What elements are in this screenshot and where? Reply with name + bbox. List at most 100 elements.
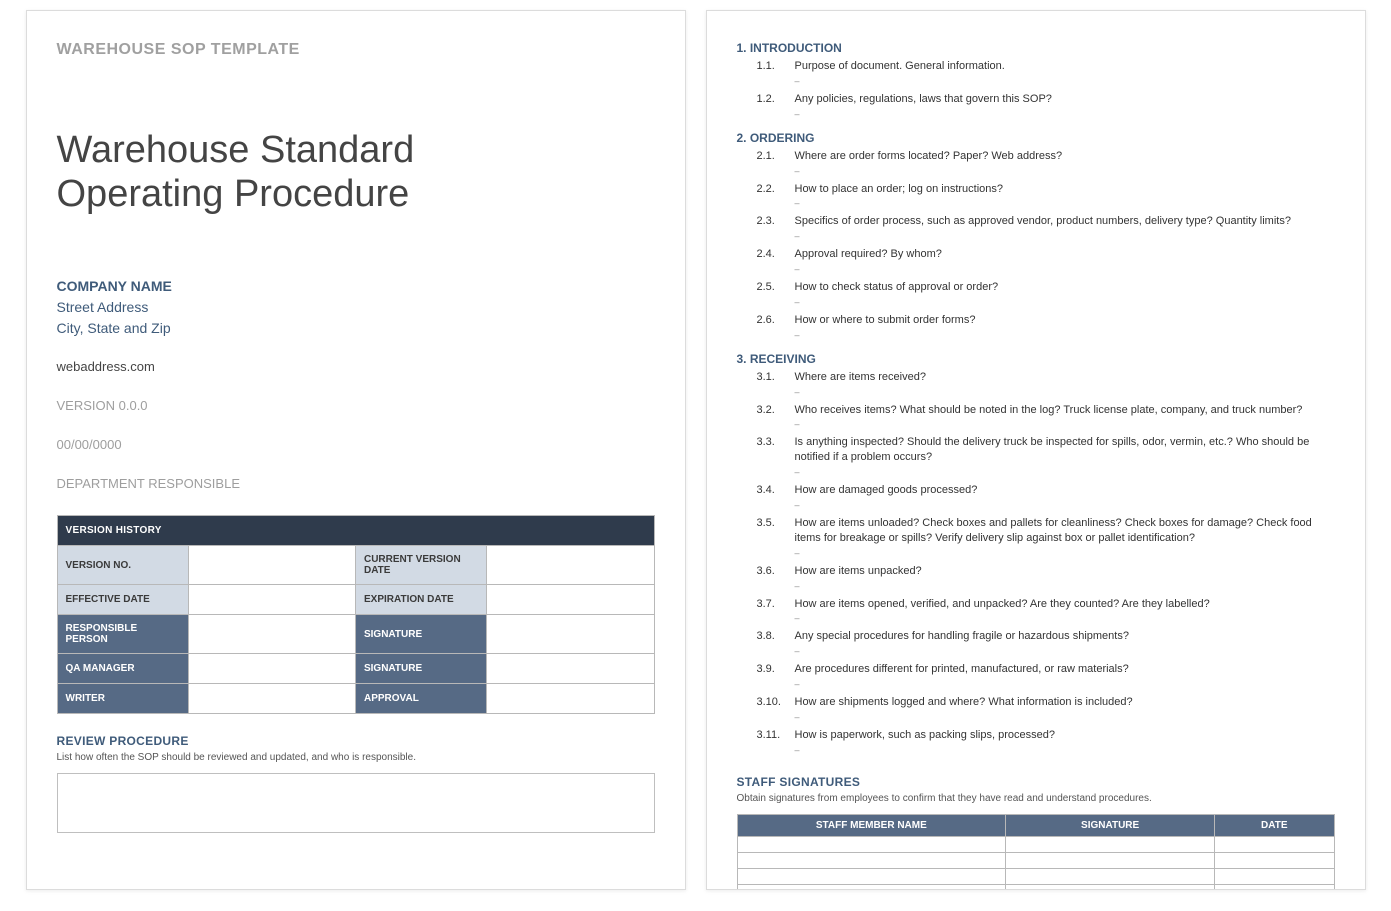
outline-item-text: How are items opened, verified, and unpa… [795,597,1210,612]
outline-item-number: 3.5. [757,516,785,546]
outline-item: 3.1.Where are items received? [737,370,1335,385]
staff-signature-row [737,884,1334,890]
outline-section: 3. RECEIVING 3.1.Where are items received… [737,352,1335,755]
staff-signatures-title: STAFF SIGNATURES [737,775,1335,789]
outline-item: 1.1. Purpose of document. General informa… [737,59,1335,74]
outline-item-number: 1.1. [757,59,785,74]
outline-item-number: 3.2. [757,403,785,418]
value-current-version-date[interactable] [487,546,654,585]
value-approval[interactable] [487,684,654,714]
outline-item-text: Where are items received? [795,370,926,385]
outline-item-text: How are items unpacked? [795,564,922,579]
staff-signature-row [737,852,1334,868]
staff-signature-cell[interactable] [1215,852,1334,868]
outline-section-head: 3. RECEIVING [737,352,1335,366]
outline-item-text: How are items unloaded? Check boxes and … [795,516,1335,546]
outline-item: 2.1. Where are order forms located? Paper… [737,149,1335,164]
outline-item: 3.7.How are items opened, verified, and … [737,597,1335,612]
outline-item: 2.6.How or where to submit order forms? [737,313,1335,328]
outline-item-text: Who receives items? What should be noted… [795,403,1303,418]
review-procedure-desc: List how often the SOP should be reviewe… [57,752,655,763]
label-approval: APPROVAL [355,684,486,714]
outline-item-dash: – [737,581,1335,591]
company-block: COMPANY NAME Street Address City, State … [57,276,655,339]
outline-item-number: 2.5. [757,280,785,295]
staff-signature-cell[interactable] [1215,868,1334,884]
col-date: DATE [1215,814,1334,836]
outline-item-dash: – [737,109,1335,119]
staff-signature-cell[interactable] [737,884,1006,890]
outline-item-dash: – [737,467,1335,477]
outline-item-number: 3.4. [757,483,785,498]
version-history-table: VERSION HISTORY VERSION NO. CURRENT VERS… [57,515,655,714]
outline-item-text: How is paperwork, such as packing slips,… [795,728,1055,743]
col-signature: SIGNATURE [1006,814,1215,836]
outline-item-number: 3.11. [757,728,785,743]
outline-item-text: Purpose of document. General information… [795,59,1005,74]
staff-signature-cell[interactable] [1006,868,1215,884]
review-procedure-box[interactable] [57,773,655,833]
title-line-2: Operating Procedure [57,173,410,215]
outline-item-text: Specifics of order process, such as appr… [795,214,1291,229]
outline-item-dash: – [737,500,1335,510]
value-writer[interactable] [188,684,355,714]
value-signature-1[interactable] [487,615,654,654]
staff-signature-cell[interactable] [1006,884,1215,890]
value-qa-manager[interactable] [188,654,355,684]
outline-item-text: Approval required? By whom? [795,247,942,262]
page-2: 1. INTRODUCTION 1.1. Purpose of document. … [706,10,1366,890]
staff-signatures-table: STAFF MEMBER NAME SIGNATURE DATE [737,814,1335,890]
web-address: webaddress.com [57,359,655,374]
company-city: City, State and Zip [57,318,655,339]
staff-signatures-desc: Obtain signatures from employees to conf… [737,793,1335,804]
value-responsible-person[interactable] [188,615,355,654]
outline-item-dash: – [737,419,1335,429]
outline-item: 3.11. How is paperwork, such as packing s… [737,728,1335,743]
outline-item-dash: – [737,297,1335,307]
staff-signature-cell[interactable] [1215,836,1334,852]
value-signature-2[interactable] [487,654,654,684]
staff-signature-cell[interactable] [1006,852,1215,868]
outline-item-number: 3.9. [757,662,785,677]
outline-section-head: 2. ORDERING [737,131,1335,145]
outline-item: 3.5. How are items unloaded? Check boxes … [737,516,1335,546]
outline-item: 3.2. Who receives items? What should be n… [737,403,1335,418]
outline-item-dash: – [737,264,1335,274]
outline-item: 1.2.Any policies, regulations, laws that… [737,92,1335,107]
value-expiration-date[interactable] [487,585,654,615]
version-history-header: VERSION HISTORY [57,516,654,546]
outline-item-dash: – [737,646,1335,656]
staff-signature-cell[interactable] [1006,836,1215,852]
label-effective-date: EFFECTIVE DATE [57,585,188,615]
outline-item-text: How are shipments logged and where? What… [795,695,1133,710]
outline-item-text: Is anything inspected? Should the delive… [795,435,1335,465]
company-name: COMPANY NAME [57,276,655,297]
outline-item-number: 2.6. [757,313,785,328]
label-current-version-date: CURRENT VERSION DATE [355,546,486,585]
staff-signature-cell[interactable] [737,868,1006,884]
outline-item-number: 2.1. [757,149,785,164]
outline-item-number: 3.10. [757,695,785,710]
date: 00/00/0000 [57,437,655,452]
staff-signature-cell[interactable] [737,836,1006,852]
department: DEPARTMENT RESPONSIBLE [57,476,655,491]
outline-item-dash: – [737,76,1335,86]
outline-item-number: 3.6. [757,564,785,579]
value-effective-date[interactable] [188,585,355,615]
outline-item-dash: – [737,166,1335,176]
outline-item-text: Where are order forms located? Paper? We… [795,149,1063,164]
outline-section-head: 1. INTRODUCTION [737,41,1335,55]
label-signature-1: SIGNATURE [355,615,486,654]
outline-section: 1. INTRODUCTION 1.1. Purpose of document. … [737,41,1335,119]
outline-item-text: How to check status of approval or order… [795,280,999,295]
value-version-no[interactable] [188,546,355,585]
outline-section: 2. ORDERING 2.1. Where are order forms loc… [737,131,1335,340]
version: VERSION 0.0.0 [57,398,655,413]
review-procedure-title: REVIEW PROCEDURE [57,734,655,748]
page-1: WAREHOUSE SOP TEMPLATE Warehouse Standar… [26,10,686,890]
document-title: Warehouse Standard Operating Procedure [57,129,655,216]
outline-item-number: 2.2. [757,182,785,197]
staff-signature-cell[interactable] [1215,884,1334,890]
staff-signature-cell[interactable] [737,852,1006,868]
outline-item-number: 3.3. [757,435,785,465]
